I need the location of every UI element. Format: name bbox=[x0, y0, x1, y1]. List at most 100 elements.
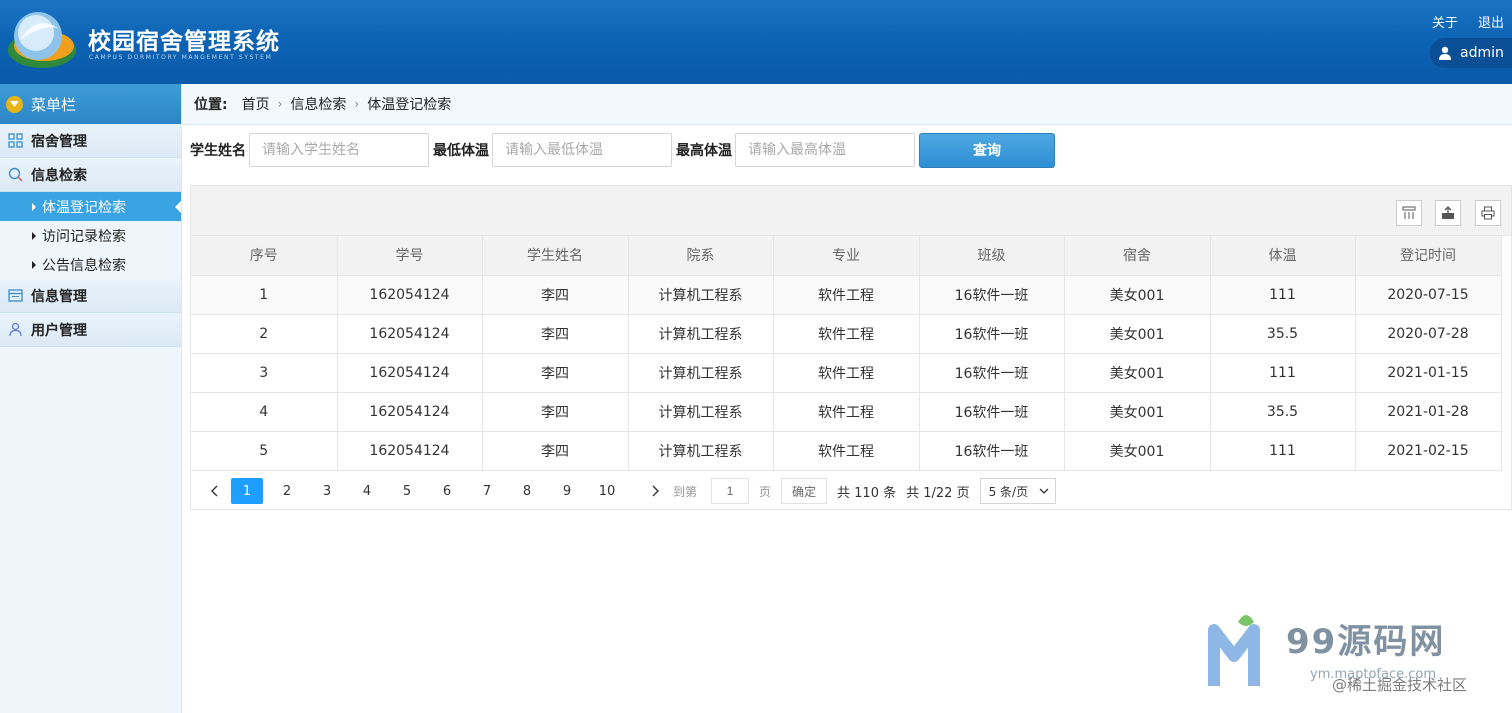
table-row[interactable]: 3 162054124 李四 计算机工程系 软件工程 16软件一班 美女001 111 2021… bbox=[191, 353, 1502, 393]
page-button[interactable]: 4 bbox=[351, 478, 383, 504]
table-row[interactable]: 5 162054124 李四 计算机工程系 软件工程 16软件一班 美女001 111 2021… bbox=[191, 431, 1502, 471]
per-page-value: 5 条/页 bbox=[988, 484, 1029, 499]
column-header[interactable]: 学号 bbox=[337, 236, 483, 276]
table-header-row: 序号 学号 学生姓名 院系 专业 班级 宿舍 体温 登记时间 bbox=[191, 236, 1502, 276]
table-cell: 162054124 bbox=[337, 431, 483, 471]
sidebar-item-visit-search[interactable]: 访问记录检索 bbox=[0, 221, 181, 250]
sidebar-item-label: 公告信息检索 bbox=[42, 257, 126, 274]
total-count: 共 110 条 bbox=[837, 485, 897, 501]
column-header[interactable]: 序号 bbox=[191, 236, 338, 276]
page-button[interactable]: 10 bbox=[591, 478, 623, 504]
app-subtitle: CAMPUS DORMITORY MANGEMENT SYSTEM bbox=[89, 54, 273, 61]
sidebar-item-notice-search[interactable]: 公告信息检索 bbox=[0, 250, 181, 279]
column-header[interactable]: 学生姓名 bbox=[482, 236, 629, 276]
page-button[interactable]: 1 bbox=[231, 478, 263, 504]
caret-right-icon bbox=[32, 202, 36, 211]
print-icon[interactable] bbox=[1475, 200, 1501, 226]
table-cell: 16软件一班 bbox=[919, 431, 1065, 471]
page-button[interactable]: 3 bbox=[311, 478, 343, 504]
search-form: 学生姓名 最低体温 最高体温 查询 bbox=[190, 132, 1055, 168]
app-title: 校园宿舍管理系统 bbox=[88, 29, 280, 55]
page-count: 共 1/22 页 bbox=[906, 485, 970, 501]
caret-right-icon bbox=[32, 260, 36, 269]
table-cell: 美女001 bbox=[1064, 314, 1211, 354]
name-label: 学生姓名 bbox=[190, 143, 246, 159]
column-header[interactable]: 宿舍 bbox=[1064, 236, 1211, 276]
column-header[interactable]: 专业 bbox=[773, 236, 920, 276]
page-button[interactable]: 7 bbox=[471, 478, 503, 504]
table-cell: 2021-01-15 bbox=[1355, 353, 1502, 393]
column-header[interactable]: 体温 bbox=[1210, 236, 1356, 276]
prev-page-icon[interactable] bbox=[203, 478, 225, 504]
sidebar-item-label: 体温登记检索 bbox=[42, 199, 126, 216]
table-row[interactable]: 2 162054124 李四 计算机工程系 软件工程 16软件一班 美女001 35.5 202… bbox=[191, 314, 1502, 354]
table-cell: 计算机工程系 bbox=[628, 353, 774, 393]
column-header[interactable]: 院系 bbox=[628, 236, 774, 276]
sidebar-group-label: 信息检索 bbox=[31, 167, 87, 184]
page-button[interactable]: 5 bbox=[391, 478, 423, 504]
table-cell: 李四 bbox=[482, 392, 629, 432]
table-cell: 3 bbox=[191, 353, 338, 393]
goto-page-input[interactable] bbox=[711, 478, 750, 504]
page-button[interactable]: 6 bbox=[431, 478, 463, 504]
min-temp-label: 最低体温 bbox=[433, 143, 489, 159]
column-header[interactable]: 班级 bbox=[919, 236, 1065, 276]
per-page-select[interactable]: 5 条/页 bbox=[979, 478, 1056, 504]
breadcrumb: 位置: 首页 › 信息检索 › 体温登记检索 bbox=[182, 84, 1512, 125]
page-button[interactable]: 9 bbox=[551, 478, 583, 504]
max-temp-input[interactable] bbox=[735, 133, 915, 167]
table-cell: 2021-02-15 bbox=[1355, 431, 1502, 471]
person-icon bbox=[9, 322, 22, 337]
table-row[interactable]: 4 162054124 李四 计算机工程系 软件工程 16软件一班 美女001 35.5 202… bbox=[191, 392, 1502, 432]
table-cell: 16软件一班 bbox=[919, 392, 1065, 432]
table-cell: 美女001 bbox=[1064, 275, 1211, 315]
chevron-right-icon: › bbox=[354, 97, 360, 111]
goto-confirm-button[interactable]: 确定 bbox=[781, 478, 828, 504]
temperature-table: 序号 学号 学生姓名 院系 专业 班级 宿舍 体温 登记时间 1 162054124 李四 计算机工程… bbox=[191, 236, 1502, 471]
table-row[interactable]: 1 162054124 李四 计算机工程系 软件工程 16软件一班 美女001 111 2020… bbox=[191, 275, 1502, 315]
page-list: 1 2 3 4 5 6 7 8 9 10 bbox=[231, 478, 631, 504]
about-link[interactable]: 关于 bbox=[1432, 12, 1458, 31]
student-name-input[interactable] bbox=[249, 133, 429, 167]
table-cell: 35.5 bbox=[1210, 314, 1356, 354]
pagination: 123456789 10 到第 页 确定 共 110 条 共 1/22 页 5 条… bbox=[191, 476, 1511, 506]
calendar-icon bbox=[8, 289, 23, 302]
sidebar-group-info[interactable]: 信息管理 bbox=[0, 279, 181, 313]
table-cell: 16软件一班 bbox=[919, 353, 1065, 393]
grid-icon bbox=[8, 133, 23, 148]
table-cell: 计算机工程系 bbox=[628, 275, 774, 315]
sidebar-group-dormitory[interactable]: 宿舍管理 bbox=[0, 124, 181, 158]
table-cell: 李四 bbox=[482, 314, 629, 354]
page-button[interactable]: 2 bbox=[271, 478, 303, 504]
table-cell: 软件工程 bbox=[773, 431, 920, 471]
sidebar-item-temperature-search[interactable]: 体温登记检索 bbox=[0, 192, 181, 221]
table-cell: 111 bbox=[1210, 431, 1356, 471]
user-badge[interactable]: admin bbox=[1430, 38, 1512, 68]
sidebar-group-users[interactable]: 用户管理 bbox=[0, 313, 181, 347]
query-button[interactable]: 查询 bbox=[919, 132, 1055, 168]
min-temp-input[interactable] bbox=[492, 133, 672, 167]
username: admin bbox=[1460, 45, 1504, 61]
table-cell: 162054124 bbox=[337, 392, 483, 432]
breadcrumb-item[interactable]: 信息检索 bbox=[290, 94, 346, 114]
column-header[interactable]: 登记时间 bbox=[1355, 236, 1502, 276]
columns-icon[interactable] bbox=[1396, 200, 1422, 226]
sidebar-group-search[interactable]: 信息检索 bbox=[0, 158, 181, 192]
chevron-right-icon: › bbox=[277, 97, 283, 111]
sidebar-group-label: 信息管理 bbox=[31, 288, 87, 305]
table-cell: 软件工程 bbox=[773, 275, 920, 315]
logout-link[interactable]: 退出 bbox=[1478, 12, 1504, 31]
breadcrumb-item[interactable]: 首页 bbox=[242, 94, 270, 114]
menu-title-label: 菜单栏 bbox=[31, 95, 77, 114]
chevron-down-icon bbox=[1039, 488, 1049, 494]
sidebar: 菜单栏 宿舍管理 信息检索 体温登记检索 访问记录检索 公告信息检索 信息管理 … bbox=[0, 84, 182, 713]
breadcrumb-label: 位置: bbox=[194, 97, 228, 113]
next-page-icon[interactable] bbox=[645, 478, 667, 504]
table-cell: 计算机工程系 bbox=[628, 314, 774, 354]
table-cell: 111 bbox=[1210, 353, 1356, 393]
table-cell: 162054124 bbox=[337, 353, 483, 393]
page-button[interactable]: 8 bbox=[511, 478, 543, 504]
sidebar-group-label: 宿舍管理 bbox=[31, 133, 87, 150]
menu-title[interactable]: 菜单栏 bbox=[0, 84, 181, 124]
export-icon[interactable] bbox=[1435, 200, 1461, 226]
